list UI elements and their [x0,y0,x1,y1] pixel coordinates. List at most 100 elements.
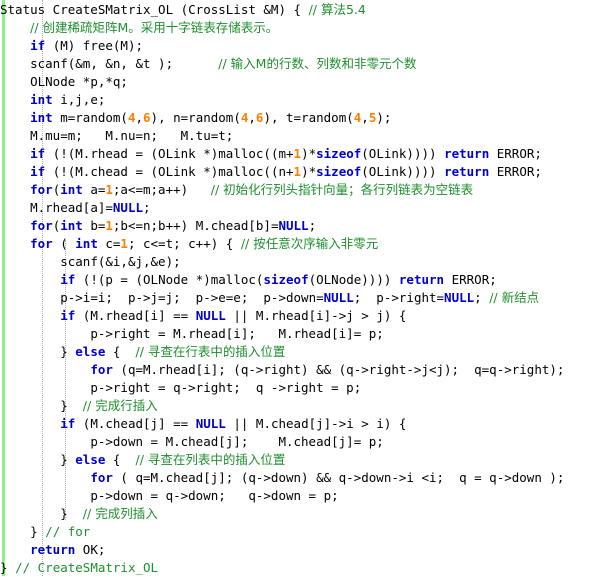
code-token-num: 1 [120,236,128,251]
code-token-cm: // 输入M的行数、列数和非零元个数 [218,56,417,71]
code-token-pl: , [135,110,144,125]
code-token-cn: NULL [195,416,226,431]
code-line: return OK; [0,541,608,559]
code-token-pl: )* [301,146,317,161]
code-line: int i,j,e; [0,91,608,109]
code-line: scanf(&m, &n, &t ); // 输入M的行数、列数和非零元个数 [0,55,608,73]
code-token-pl: { [105,452,136,467]
code-line: Status CreateSMatrix_OL (CrossList &M) {… [0,1,608,19]
code-token-pl: ERROR; [489,146,542,161]
code-token-pl: } [60,398,83,413]
code-token-pl: p->down = M.chead[j]; M.chead[j]= p; [90,434,384,449]
code-line: for(int b=1;b<=n;b++) M.chead[b]=NULL; [0,217,608,235]
code-token-kw: else [75,452,106,467]
code-token-pl: ; [143,200,151,215]
code-token-pl: || M.rhead[i]->j > j) { [225,308,407,323]
code-token-kw: if [30,146,46,161]
code-token-pl: ERROR; [444,272,497,287]
code-token-kw: int [30,110,53,125]
code-token-pl: ), n=random( [150,110,241,125]
code-token-kw: return [444,146,490,161]
code-token-pl: p->right = M.rhead[i]; M.rhead[i]= p; [90,326,384,341]
code-token-pl: } [30,524,46,539]
code-line: if (!(p = (OLNode *)malloc(sizeof(OLNode… [0,271,608,289]
code-token-pl: , [361,110,369,125]
code-line: if (M.chead[j] == NULL || M.chead[j]->i … [0,415,608,433]
code-token-pl: ; [308,218,317,233]
code-token-pl: (!(p = (OLNode *)malloc( [75,272,264,287]
code-token-pl: { [105,344,136,359]
code-token-kw: sizeof [316,146,362,161]
code-token-pl: ); [376,110,392,125]
code-token-pl: ( [52,236,76,251]
code-token-pl: p->right = q->right; q ->right = p; [90,380,362,395]
code-line: if (!(M.rhead = (OLink *)malloc((m+1)*si… [0,145,608,163]
code-token-kw: sizeof [316,164,362,179]
code-token-pl: p->down = q->down; q->down = p; [90,488,339,503]
code-token-pl: i,j,e; [52,92,106,107]
code-token-pl: Status [0,2,46,17]
code-token-kw: int [75,236,98,251]
code-line: for ( int c=1; c<=t; c++) { // 按任意次序输入非零… [0,235,608,253]
code-token-kw: for [30,218,53,233]
code-token-pl: (!(M.rhead = (OLink *)malloc((m+ [45,146,294,161]
code-line: if (M) free(M); [0,37,608,55]
code-token-kw: int [30,92,53,107]
code-line: } // 完成行插入 [0,397,608,415]
code-token-cm: // 寻查在列表中的插入位置 [135,452,286,467]
code-token-pl: } [60,506,83,521]
code-token-kw: if [60,308,76,323]
code-line: p->down = q->down; q->down = p; [0,487,608,505]
code-token-pl: OLNode *p,*q; [30,74,128,89]
code-line: } else { // 寻查在列表中的插入位置 [0,451,608,469]
code-token-pl: a= [82,182,106,197]
code-token-cn: NULL [444,290,475,305]
code-token-pl: c= [97,236,121,251]
code-token-kw: if [60,272,76,287]
code-line: } else { // 寻查在行表中的插入位置 [0,343,608,361]
code-line: int m=random(4,6), n=random(4,6), t=rand… [0,109,608,127]
code-token-kw: return [398,272,445,287]
code-token-pl: (M) free(M); [45,38,144,53]
code-token-pl: (M.rhead[i] == [75,308,196,323]
code-token-cm: // 完成列插入 [82,506,158,521]
code-token-cn: NULL [323,290,354,305]
code-token-pl: ;b<=n;b++) M.chead[b]= [112,218,279,233]
code-token-pl: ; [474,290,490,305]
source-code-block[interactable]: Status CreateSMatrix_OL (CrossList &M) {… [0,0,608,577]
code-token-cm: // for [45,524,91,539]
code-token-kw: if [30,164,46,179]
code-token-pl: ERROR; [489,164,542,179]
code-token-pl: ; p->right= [353,290,445,305]
code-token-kw: for [90,470,113,485]
code-token-kw: if [30,38,46,53]
code-token-pl: scanf(&i,&j,&e); [60,254,181,269]
code-token-kw: for [30,236,53,251]
code-token-pl: scanf(&m, &n, &t ); [30,56,219,71]
code-token-pl: CreateSMatrix_OL (CrossList &M) [45,2,294,17]
code-token-num: 1 [293,164,302,179]
code-token-pl: (!(M.chead = (OLink *)malloc((n+ [45,164,294,179]
code-token-cm: // 算法5.4 [308,2,366,17]
code-line: for(int a=1;a<=m;a++) // 初始化行列头指针向量；各行列链… [0,181,608,199]
code-editor-view[interactable]: Status CreateSMatrix_OL (CrossList &M) {… [0,0,608,576]
code-line: } // 完成列插入 [0,505,608,523]
code-token-pl: m=random( [52,110,128,125]
code-token-pl: )* [301,164,317,179]
code-token-kw: int [60,182,83,197]
code-line: for (q=M.rhead[i]; (q->right) && (q->rig… [0,361,608,379]
code-token-kw: for [90,362,113,377]
code-line: p->i=i; p->j=j; p->e=e; p->down=NULL; p-… [0,289,608,307]
code-token-pl: (OLink)))) [361,164,445,179]
code-token-kw: for [30,182,53,197]
code-token-pl: OK; [75,542,106,557]
code-token-pl: b= [82,218,106,233]
code-token-pl: , [248,110,256,125]
code-line: if (M.rhead[i] == NULL || M.rhead[i]->j … [0,307,608,325]
code-token-pl: } [60,452,76,467]
code-token-cm: // 寻查在行表中的插入位置 [135,344,286,359]
code-line: } // for [0,523,608,541]
code-token-kw: if [60,416,76,431]
code-token-cm: // 初始化行列头指针向量；各行列链表为空链表 [210,182,474,197]
code-token-cn: NULL [278,218,309,233]
